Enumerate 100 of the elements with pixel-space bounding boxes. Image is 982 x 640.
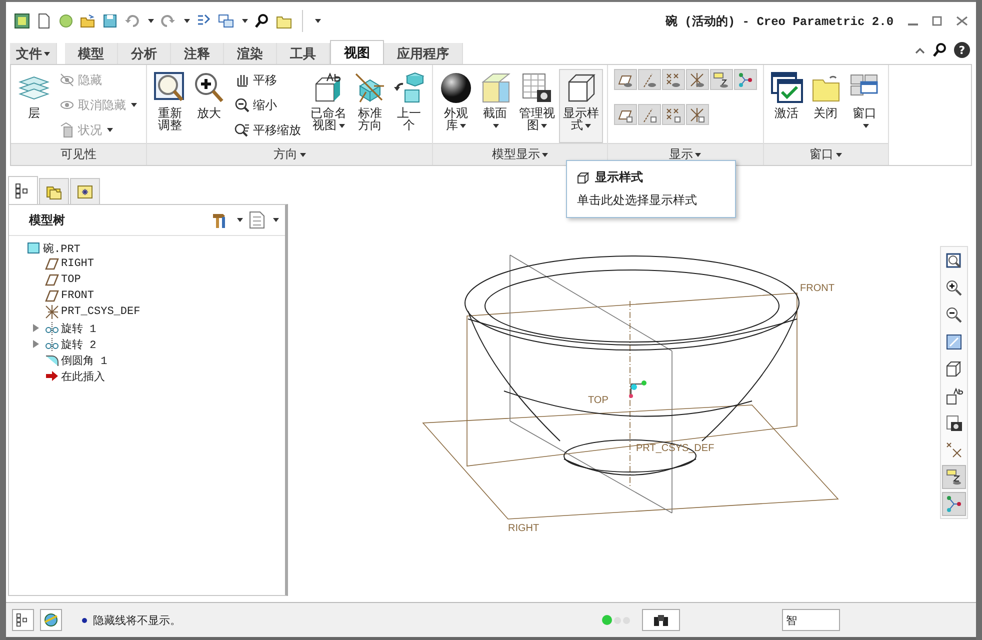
csys-display-toggle[interactable] — [686, 69, 709, 90]
collapse-icon — [914, 45, 926, 55]
caret-icon — [460, 124, 466, 128]
tree-item[interactable]: 旋转 1 — [61, 320, 96, 336]
datum-display-icon — [945, 441, 963, 459]
ribbon-tab[interactable]: 渲染 — [224, 43, 277, 64]
annotation-display-button[interactable] — [942, 465, 966, 489]
view-manager-icon — [945, 414, 963, 432]
sphere-icon — [58, 13, 74, 29]
caret-icon — [242, 19, 248, 23]
folder-browser-tab[interactable] — [39, 178, 69, 204]
ribbon-tab[interactable]: 工具 — [277, 43, 330, 64]
close-button[interactable] — [956, 14, 968, 28]
maximize-button[interactable] — [932, 14, 942, 28]
redo-icon — [160, 13, 176, 29]
point-display-icon — [665, 72, 682, 88]
globe-icon — [43, 612, 59, 628]
ribbon-button[interactable]: 放大 — [190, 69, 228, 143]
csys-tag-toggle[interactable] — [686, 104, 709, 125]
axis-display-toggle[interactable] — [638, 69, 661, 90]
ribbon-button[interactable]: 关闭 — [806, 69, 845, 143]
caret-icon — [44, 52, 50, 56]
caret-icon — [338, 124, 345, 128]
close-icon — [956, 16, 968, 26]
filter-field[interactable]: 智 — [782, 609, 840, 631]
tree-item[interactable]: 倒圆角 1 — [61, 352, 108, 368]
tree-item[interactable]: RIGHT — [61, 258, 94, 270]
status-icon — [59, 122, 75, 138]
ribbon-button[interactable]: 重新调整 — [151, 69, 189, 143]
refit-icon — [154, 72, 186, 104]
panel-title: 模型树 — [29, 212, 66, 228]
tree-item[interactable]: 旋转 2 — [61, 336, 96, 352]
caret-icon — [862, 124, 869, 128]
caret-icon — [493, 124, 500, 128]
help-button[interactable]: ? — [954, 42, 970, 58]
annotation-display-icon — [945, 468, 963, 486]
group-label: 可见性 — [60, 146, 96, 163]
plane-tag-toggle[interactable] — [614, 104, 637, 125]
previous-view-icon — [393, 72, 426, 104]
round-icon — [45, 353, 59, 367]
favorites-tab[interactable] — [70, 178, 100, 204]
tree-item[interactable]: PRT_CSYS_DEF — [61, 306, 140, 318]
ribbon-button[interactable]: 平移 — [231, 69, 304, 91]
window-title: 碗 (活动的) - Creo Parametric 2.0 — [664, 14, 895, 30]
collapsed-arrow-icon[interactable] — [33, 340, 39, 348]
save-icon — [102, 13, 118, 29]
axis-display-icon — [641, 72, 658, 88]
file-menu-button[interactable]: 文件 — [10, 43, 57, 64]
tree-display-toggle[interactable] — [734, 69, 757, 90]
ribbon-tab[interactable]: 注释 — [171, 43, 224, 64]
datum-label: FRONT — [800, 283, 834, 294]
find-button[interactable] — [642, 609, 680, 631]
ribbon-button[interactable]: 管理视图 — [515, 69, 558, 143]
plane-display-toggle[interactable] — [614, 69, 637, 90]
tree-item[interactable]: FRONT — [61, 290, 94, 302]
ribbon-tab[interactable]: 分析 — [118, 43, 171, 64]
caret-icon — [836, 152, 842, 157]
model-tree-toggle[interactable] — [12, 609, 34, 631]
maximize-icon — [932, 16, 942, 26]
list-settings-icon — [249, 211, 265, 229]
ribbon-button[interactable]: 显示样式 — [559, 69, 603, 143]
ribbon-tab[interactable]: 视图 — [330, 40, 384, 64]
csys-tag-icon — [689, 106, 706, 122]
favorites-icon — [77, 184, 93, 200]
minimize-icon — [908, 22, 918, 26]
folders-icon — [46, 184, 62, 200]
ribbon-button[interactable]: 窗口 — [846, 69, 884, 143]
point-display-toggle[interactable] — [662, 69, 685, 90]
hidden-eye-icon — [59, 72, 75, 88]
tree-display-button[interactable] — [942, 492, 966, 516]
ribbon-button[interactable]: 激活 — [768, 69, 806, 143]
group-label[interactable]: 方向 — [274, 146, 306, 163]
ribbon-button[interactable]: 层 — [15, 69, 53, 143]
model-tree-tab[interactable] — [8, 176, 38, 204]
windows-icon — [218, 13, 234, 29]
ribbon-button[interactable]: 上一个 — [390, 69, 428, 143]
tree-item[interactable]: TOP — [61, 274, 81, 286]
collapsed-arrow-icon[interactable] — [33, 324, 39, 332]
annotation-display-toggle[interactable] — [710, 69, 733, 90]
ribbon-button[interactable]: 缩小 — [231, 94, 304, 116]
ribbon-button[interactable]: 平移缩放 — [231, 119, 304, 141]
open-folder-icon — [80, 13, 96, 29]
tooltip-text: 单击此处选择显示样式 — [577, 192, 698, 209]
ribbon-tab[interactable]: 模型 — [65, 43, 118, 64]
tree-item[interactable]: 在此插入 — [61, 368, 105, 384]
ribbon-button[interactable]: 标准方向 — [351, 69, 390, 143]
ribbon-tab[interactable]: 应用程序 — [384, 43, 463, 64]
point-tag-toggle[interactable] — [662, 104, 685, 125]
new-file-icon — [36, 13, 52, 29]
axis-tag-toggle[interactable] — [638, 104, 661, 125]
search-icon — [254, 13, 270, 29]
ribbon-button[interactable]: 截面 — [476, 69, 514, 143]
part-icon — [27, 241, 41, 255]
ribbon-button[interactable]: 外观库 — [437, 69, 476, 143]
caret-icon — [237, 218, 243, 222]
status-message: 隐藏线将不显示。 — [93, 612, 182, 628]
ribbon-button[interactable]: 已命名视图 — [307, 69, 350, 143]
tree-item[interactable]: 碗.PRT — [43, 240, 80, 256]
zoom-in-icon — [945, 279, 963, 297]
browser-toggle[interactable] — [40, 609, 62, 631]
